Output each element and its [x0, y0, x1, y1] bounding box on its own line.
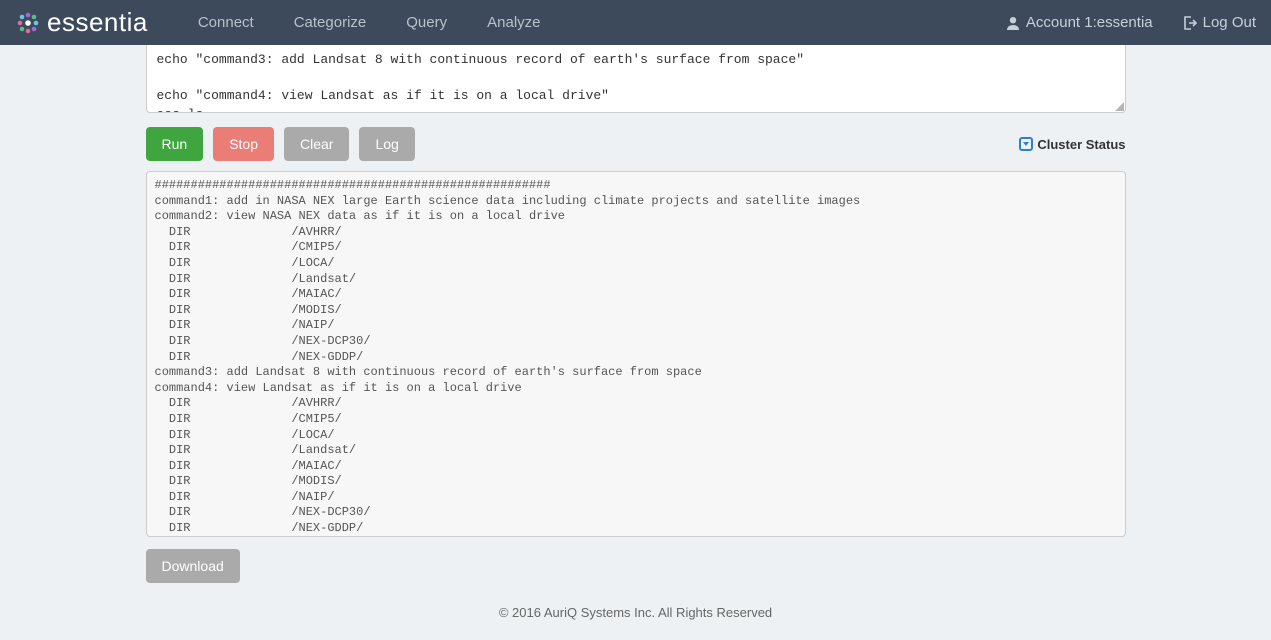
nav-query[interactable]: Query	[406, 14, 447, 31]
logout-label: Log Out	[1203, 14, 1256, 31]
logout-link[interactable]: Log Out	[1183, 14, 1256, 31]
essentia-logo-icon	[15, 10, 41, 36]
account-label: Account 1:essentia	[1026, 14, 1153, 31]
nav-categorize[interactable]: Categorize	[294, 14, 367, 31]
script-text: echo "command3: add Landsat 8 with conti…	[157, 52, 805, 113]
user-icon	[1006, 16, 1020, 30]
stop-button[interactable]: Stop	[213, 127, 274, 161]
script-editor[interactable]: echo "command3: add Landsat 8 with conti…	[146, 45, 1126, 113]
nav-analyze[interactable]: Analyze	[487, 14, 540, 31]
nav-links: Connect Categorize Query Analyze	[198, 14, 541, 31]
run-button[interactable]: Run	[146, 127, 204, 161]
brand-text: essentia	[47, 7, 148, 38]
output-console: ########################################…	[146, 171, 1126, 537]
account-link[interactable]: Account 1:essentia	[1006, 14, 1153, 31]
chevron-down-icon	[1019, 137, 1033, 151]
log-button[interactable]: Log	[359, 127, 414, 161]
top-navbar: essentia Connect Categorize Query Analyz…	[0, 0, 1271, 45]
nav-connect[interactable]: Connect	[198, 14, 254, 31]
clear-button[interactable]: Clear	[284, 127, 349, 161]
logout-icon	[1183, 16, 1197, 30]
cluster-status-toggle[interactable]: Cluster Status	[1019, 137, 1125, 152]
download-button[interactable]: Download	[146, 549, 240, 583]
navbar-right: Account 1:essentia Log Out	[1006, 14, 1256, 31]
resize-handle-icon[interactable]	[1115, 102, 1124, 111]
brand-logo[interactable]: essentia	[15, 7, 148, 38]
action-toolbar: Run Stop Clear Log Cluster Status	[146, 127, 1126, 161]
output-text: ########################################…	[155, 178, 861, 535]
cluster-status-label: Cluster Status	[1037, 137, 1125, 152]
footer-text: © 2016 AuriQ Systems Inc. All Rights Res…	[0, 597, 1271, 628]
